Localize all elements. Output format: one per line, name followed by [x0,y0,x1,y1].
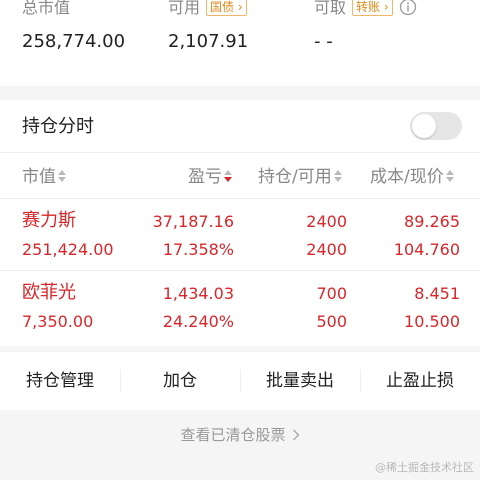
divider [0,198,480,199]
holdings-actions-bar: 持仓管理 加仓 批量卖出 止盈止损 [0,352,480,410]
column-label: 成本/现价 [370,167,444,187]
holdings-title: 持仓分时 [22,116,94,137]
available-value: 2,107.91 [168,31,249,52]
profit-percent: 17.358% [162,240,234,259]
available-label: 可用 [168,0,201,17]
available-label-row: 可用 国债 › [168,0,247,18]
stock-name: 赛力斯 [22,210,76,231]
position-qty: 2400 [306,212,347,231]
column-header-cost-price[interactable]: 成本/现价 [370,166,454,188]
chevron-right-icon: › [383,0,389,14]
watermark: @稀土掘金技术社区 [375,461,474,474]
chevron-right-icon: › [237,0,243,14]
batch-sell-button[interactable]: 批量卖出 [240,352,360,410]
withdrawable-label-row: 可取 转账 › [314,0,417,18]
sort-arrows-icon [333,170,342,182]
holdings-timeshare-toggle[interactable] [410,112,462,140]
total-value-label: 总市值 [22,0,71,17]
withdrawable-value: - - [314,31,333,52]
chevron-right-icon [292,429,299,441]
take-profit-stop-loss-button[interactable]: 止盈止损 [360,352,480,410]
withdrawable-label: 可取 [314,0,347,17]
current-price: 10.500 [404,312,460,331]
sort-arrows-icon [445,170,454,182]
manage-holdings-button[interactable]: 持仓管理 [0,352,120,410]
column-label: 盈亏 [188,167,222,187]
account-summary: 总市值 258,774.00 可用 国债 › 2,107.91 可取 转账 › - … [0,0,480,86]
sort-arrows-icon [58,170,66,182]
treasury-bond-tag[interactable]: 国债 › [206,0,247,16]
market-value: 251,424.00 [22,240,114,259]
holdings-card: 持仓分时 市值 盈亏 持仓/可用 成本/现价 赛力斯 251,424.00 37… [0,100,480,346]
column-header-position[interactable]: 持仓/可用 [258,166,342,188]
divider [0,270,480,271]
profit-amount: 1,434.03 [162,284,234,303]
cost-price: 8.451 [414,284,460,303]
info-icon[interactable] [399,0,417,16]
profit-percent: 24.240% [162,312,234,331]
total-value: 258,774.00 [22,31,126,52]
view-cleared-stocks-label: 查看已清仓股票 [180,426,286,444]
divider [0,152,480,153]
column-header-profit[interactable]: 盈亏 [188,166,232,188]
column-label: 市值 [22,167,56,187]
sort-desc-icon [224,170,232,182]
transfer-tag-text: 转账 [356,0,381,14]
treasury-bond-tag-text: 国债 [210,0,235,14]
cost-price: 89.265 [404,212,460,231]
current-price: 104.760 [393,240,460,259]
toggle-knob [412,114,436,138]
stock-name: 欧菲光 [22,282,76,303]
column-label: 持仓/可用 [258,167,332,187]
view-cleared-stocks-link[interactable]: 查看已清仓股票 [0,425,480,445]
add-position-button[interactable]: 加仓 [120,352,240,410]
available-qty: 2400 [306,240,347,259]
profit-amount: 37,187.16 [152,212,234,231]
available-qty: 500 [316,312,347,331]
market-value: 7,350.00 [22,312,94,331]
transfer-tag[interactable]: 转账 › [352,0,393,16]
column-header-market-value[interactable]: 市值 [22,166,66,188]
position-qty: 700 [316,284,347,303]
